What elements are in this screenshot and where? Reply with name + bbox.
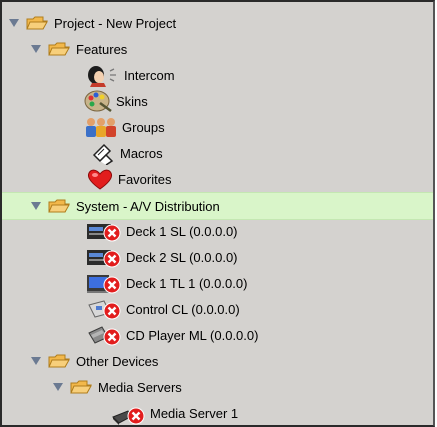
intercom-icon — [84, 63, 120, 87]
tree-node-label: Project - New Project — [54, 15, 177, 31]
groups-icon — [84, 115, 118, 139]
tree-panel: Project - New Project Features Intercom … — [0, 0, 435, 427]
monitor-deck-icon — [86, 271, 122, 295]
tree-node-intercom[interactable]: Intercom — [2, 62, 433, 88]
tree-node-control-cl[interactable]: Control CL (0.0.0.0) — [2, 296, 433, 322]
tree-node-other-devices[interactable]: Other Devices — [2, 348, 433, 374]
tree-node-cd-player-ml[interactable]: CD Player ML (0.0.0.0) — [2, 322, 433, 348]
folder-open-icon — [48, 42, 70, 56]
deck-icon — [86, 219, 122, 243]
tree-node-label: Media Servers — [98, 379, 182, 395]
tree-node-label: CD Player ML (0.0.0.0) — [126, 327, 259, 343]
tree-node-label: Favorites — [118, 171, 172, 187]
tree-node-deck-2-sl[interactable]: Deck 2 SL (0.0.0.0) — [2, 244, 433, 270]
folder-open-icon — [48, 354, 70, 368]
tree-node-deck-1-sl[interactable]: Deck 1 SL (0.0.0.0) — [2, 218, 433, 244]
tree-node-label: Skins — [116, 93, 148, 109]
tree-node-groups[interactable]: Groups — [2, 114, 433, 140]
tree-node-label: System - A/V Distribution — [76, 198, 220, 214]
expand-arrow-icon[interactable] — [30, 43, 42, 55]
expand-arrow-icon[interactable] — [8, 17, 20, 29]
favorites-icon — [86, 167, 114, 191]
tree-node-label: Features — [76, 41, 128, 57]
deck-icon — [86, 245, 122, 269]
media-server-icon — [112, 401, 146, 425]
tree-node-skins[interactable]: Skins — [2, 88, 433, 114]
tree-node-label: Other Devices — [76, 353, 159, 369]
expand-arrow-icon[interactable] — [52, 381, 64, 393]
tree-node-macros[interactable]: Macros — [2, 140, 433, 166]
skins-icon — [84, 89, 112, 113]
tree-node-media-server-1[interactable]: Media Server 1 — [2, 400, 433, 425]
tree-node-label: Intercom — [124, 67, 175, 83]
tree-node-system[interactable]: System - A/V Distribution — [2, 192, 433, 220]
tree-node-media-servers[interactable]: Media Servers — [2, 374, 433, 400]
tree-node-deck-1-tl-1[interactable]: Deck 1 TL 1 (0.0.0.0) — [2, 270, 433, 296]
tree-node-label: Deck 1 TL 1 (0.0.0.0) — [126, 275, 248, 291]
expand-arrow-icon[interactable] — [30, 200, 42, 212]
tree-node-features[interactable]: Features — [2, 36, 433, 62]
macros-icon — [90, 141, 116, 165]
expand-arrow-icon[interactable] — [30, 355, 42, 367]
tree-node-label: Deck 1 SL (0.0.0.0) — [126, 223, 238, 239]
tree-node-label: Media Server 1 — [150, 405, 239, 421]
folder-open-icon — [70, 380, 92, 394]
tree-node-project[interactable]: Project - New Project — [2, 10, 433, 36]
tree-node-label: Macros — [120, 145, 163, 161]
tree-node-label: Groups — [122, 119, 165, 135]
tree-node-label: Deck 2 SL (0.0.0.0) — [126, 249, 238, 265]
folder-open-icon — [26, 16, 48, 30]
folder-open-icon — [48, 199, 70, 213]
control-icon — [88, 297, 122, 321]
tree-node-favorites[interactable]: Favorites — [2, 166, 433, 192]
cd-player-icon — [88, 323, 122, 347]
tree-node-label: Control CL (0.0.0.0) — [126, 301, 240, 317]
